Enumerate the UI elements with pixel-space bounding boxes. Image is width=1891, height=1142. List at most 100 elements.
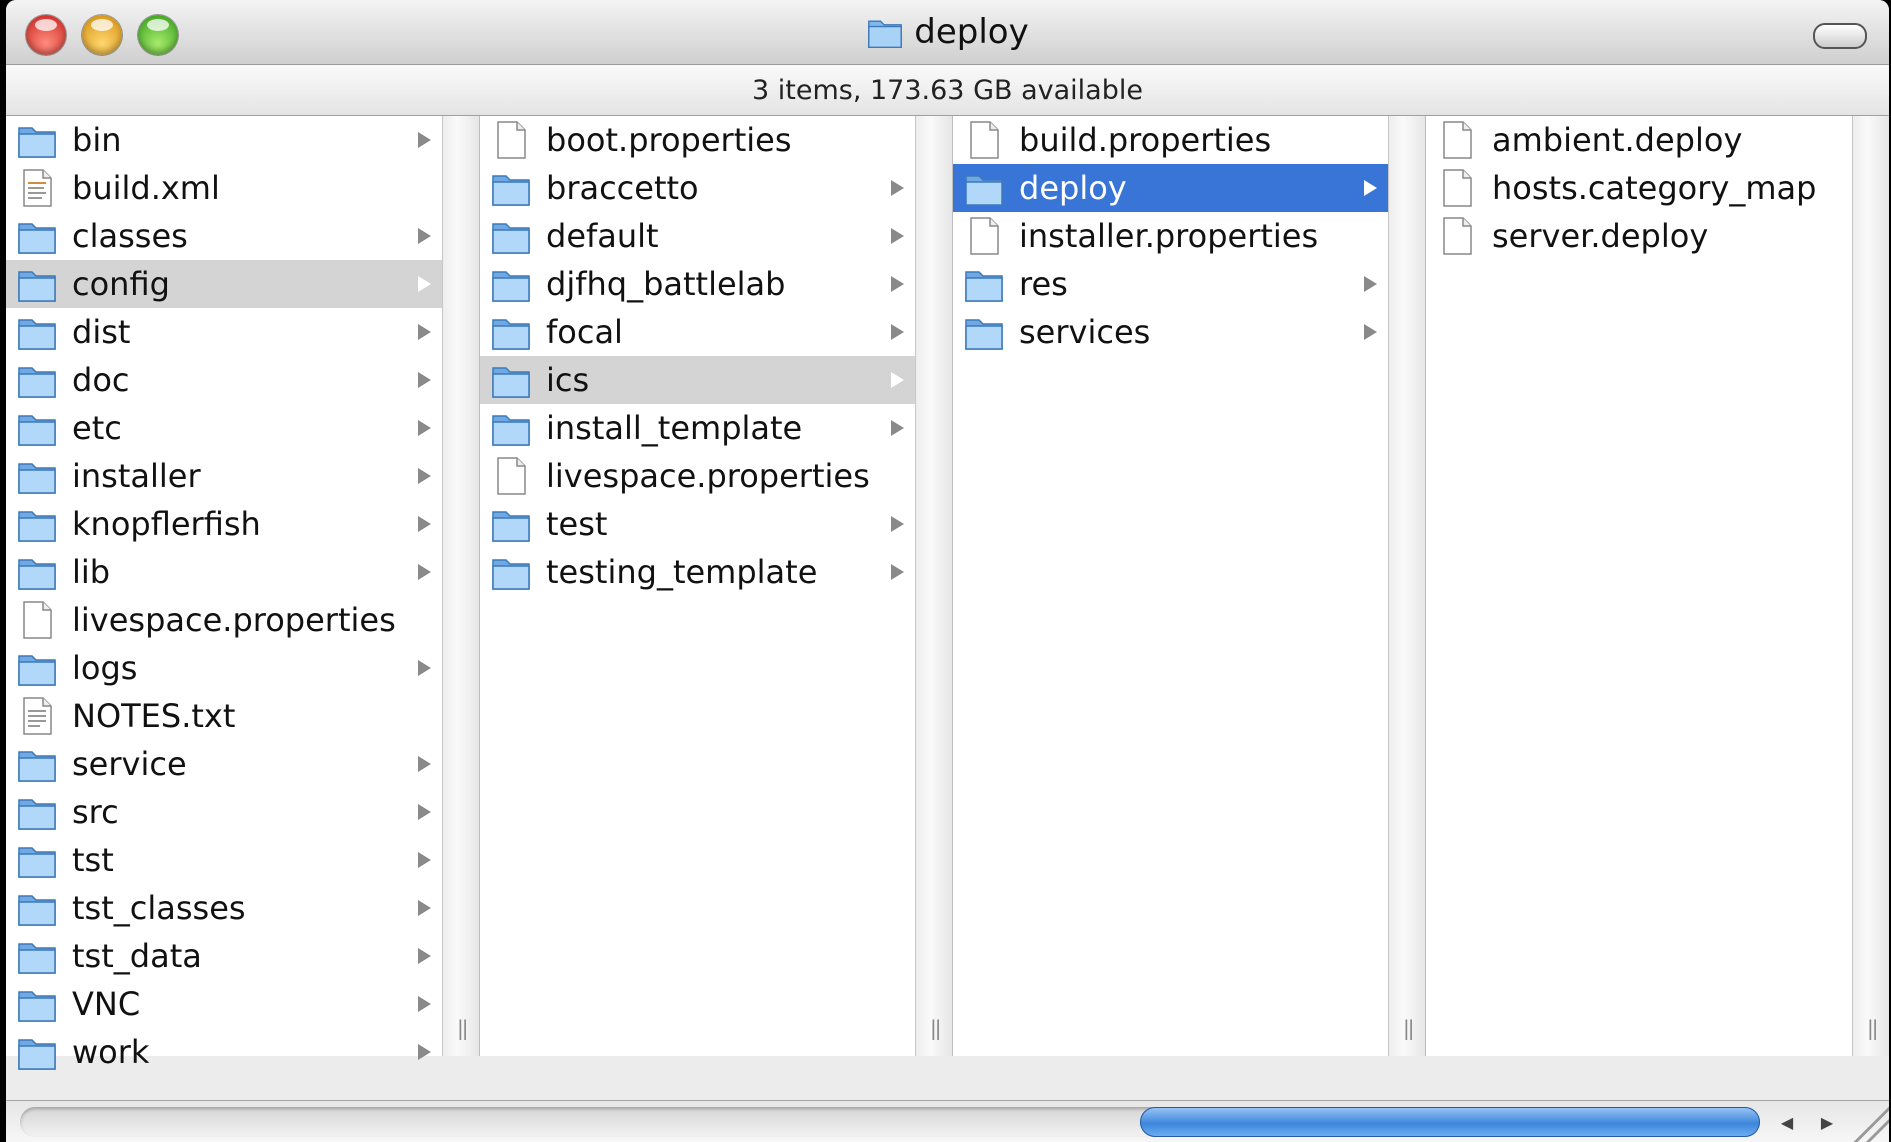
list-item[interactable]: testing_template xyxy=(480,548,916,596)
grip-icon: || xyxy=(1403,1016,1415,1040)
disclosure-arrow-icon xyxy=(1364,324,1377,340)
list-item-label: services xyxy=(1019,313,1151,351)
list-item[interactable]: livespace.properties xyxy=(480,452,916,500)
chevron-right-icon: ▶ xyxy=(1820,1112,1834,1132)
toolbar-toggle-button[interactable] xyxy=(1813,23,1867,49)
document-icon xyxy=(490,120,532,160)
list-item-label: focal xyxy=(546,313,623,351)
disclosure-arrow-icon xyxy=(418,276,431,292)
grip-icon: || xyxy=(457,1016,469,1040)
status-bar: 3 items, 173.63 GB available xyxy=(6,65,1889,116)
list-item[interactable]: classes xyxy=(6,212,443,260)
resize-grip-icon[interactable] xyxy=(1849,1101,1889,1142)
list-item-label: VNC xyxy=(72,985,141,1023)
folder-icon xyxy=(490,408,532,448)
folder-icon xyxy=(490,264,532,304)
list-item[interactable]: res xyxy=(953,260,1389,308)
list-item-label: livespace.properties xyxy=(72,601,396,639)
list-item-label: djfhq_battlelab xyxy=(546,265,786,303)
document-icon xyxy=(963,120,1005,160)
folder-icon xyxy=(16,648,58,688)
list-item-label: ambient.deploy xyxy=(1492,121,1743,159)
scroll-right-button[interactable]: ▶ xyxy=(1807,1107,1847,1137)
disclosure-arrow-icon xyxy=(891,276,904,292)
list-item[interactable]: doc xyxy=(6,356,443,404)
disclosure-arrow-icon xyxy=(418,660,431,676)
list-item[interactable]: dist xyxy=(6,308,443,356)
list-item-label: config xyxy=(72,265,170,303)
document-icon xyxy=(490,456,532,496)
list-item[interactable]: boot.properties xyxy=(480,116,916,164)
list-item-label: NOTES.txt xyxy=(72,697,236,735)
column-1[interactable]: bin build.xml classes config dist doc etc insta… xyxy=(6,116,480,1071)
list-item-label: src xyxy=(72,793,119,831)
list-item[interactable]: tst xyxy=(6,836,443,884)
list-item-label: server.deploy xyxy=(1492,217,1709,255)
list-item-label: deploy xyxy=(1019,169,1127,207)
disclosure-arrow-icon xyxy=(418,516,431,532)
document-icon xyxy=(963,216,1005,256)
list-item[interactable]: config xyxy=(6,260,443,308)
list-item[interactable]: build.xml xyxy=(6,164,443,212)
column-2[interactable]: boot.properties braccetto default djfhq_bat… xyxy=(480,116,953,1056)
list-item[interactable]: etc xyxy=(6,404,443,452)
list-item[interactable]: default xyxy=(480,212,916,260)
list-item[interactable]: livespace.properties xyxy=(6,596,443,644)
list-item[interactable]: installer.properties xyxy=(953,212,1389,260)
list-item-label: installer xyxy=(72,457,201,495)
column-resize-handle[interactable]: || xyxy=(1388,116,1425,1056)
list-item-label: testing_template xyxy=(546,553,818,591)
list-item[interactable]: VNC xyxy=(6,980,443,1028)
list-item[interactable]: logs xyxy=(6,644,443,692)
list-item-label: livespace.properties xyxy=(546,457,870,495)
list-item[interactable]: djfhq_battlelab xyxy=(480,260,916,308)
list-item[interactable]: server.deploy xyxy=(1426,212,1853,260)
column-resize-handle[interactable]: || xyxy=(915,116,952,1056)
list-item[interactable]: ambient.deploy xyxy=(1426,116,1853,164)
disclosure-arrow-icon xyxy=(418,900,431,916)
scroll-thumb[interactable] xyxy=(1140,1107,1760,1137)
column-resize-handle[interactable]: || xyxy=(1852,116,1889,1056)
list-item[interactable]: focal xyxy=(480,308,916,356)
list-item[interactable]: installer xyxy=(6,452,443,500)
horizontal-scrollbar[interactable]: ◀ ▶ xyxy=(6,1100,1889,1142)
chevron-left-icon: ◀ xyxy=(1780,1112,1794,1132)
list-item[interactable]: tst_classes xyxy=(6,884,443,932)
folder-icon xyxy=(490,216,532,256)
column-3[interactable]: build.properties deploy installer.properti… xyxy=(953,116,1426,1056)
list-item-label: ics xyxy=(546,361,590,399)
list-item[interactable]: lib xyxy=(6,548,443,596)
folder-icon xyxy=(16,456,58,496)
list-item-label: test xyxy=(546,505,608,543)
list-item[interactable]: work xyxy=(6,1028,443,1076)
list-item[interactable]: service xyxy=(6,740,443,788)
list-item[interactable]: hosts.category_map xyxy=(1426,164,1853,212)
folder-icon xyxy=(490,312,532,352)
folder-icon xyxy=(16,264,58,304)
list-item[interactable]: NOTES.txt xyxy=(6,692,443,740)
disclosure-arrow-icon xyxy=(418,468,431,484)
list-item[interactable]: build.properties xyxy=(953,116,1389,164)
list-item[interactable]: tst_data xyxy=(6,932,443,980)
list-item-label: service xyxy=(72,745,187,783)
list-item[interactable]: bin xyxy=(6,116,443,164)
list-item[interactable]: src xyxy=(6,788,443,836)
folder-icon xyxy=(490,360,532,400)
scroll-left-button[interactable]: ◀ xyxy=(1767,1107,1807,1137)
list-item[interactable]: test xyxy=(480,500,916,548)
folder-icon xyxy=(16,936,58,976)
list-item-label: etc xyxy=(72,409,122,447)
column-4[interactable]: ambient.deploy hosts.category_map server.d… xyxy=(1426,116,1889,1056)
list-item[interactable]: knopflerfish xyxy=(6,500,443,548)
list-item[interactable]: install_template xyxy=(480,404,916,452)
grip-icon: || xyxy=(930,1016,942,1040)
title-bar[interactable]: deploy xyxy=(6,0,1889,65)
folder-icon xyxy=(490,552,532,592)
list-item[interactable]: services xyxy=(953,308,1389,356)
list-item[interactable]: braccetto xyxy=(480,164,916,212)
list-item[interactable]: deploy xyxy=(953,164,1389,212)
disclosure-arrow-icon xyxy=(418,804,431,820)
disclosure-arrow-icon xyxy=(1364,180,1377,196)
column-resize-handle[interactable]: || xyxy=(442,116,479,1056)
list-item[interactable]: ics xyxy=(480,356,916,404)
